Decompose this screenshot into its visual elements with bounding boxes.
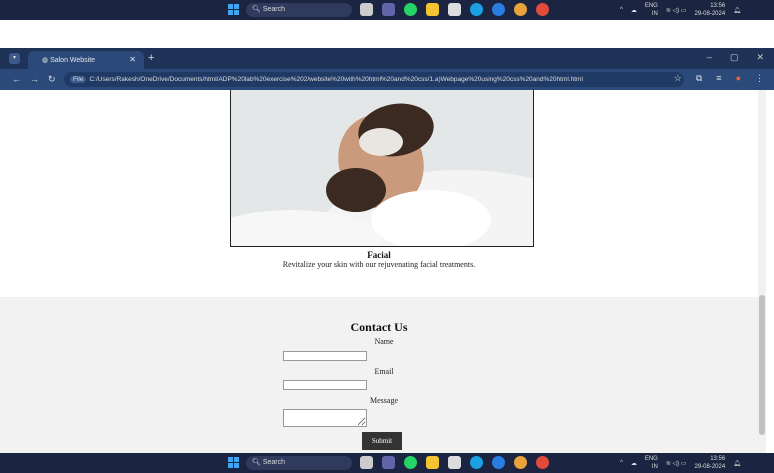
desktop-gap [0,20,774,48]
tab-search-icon[interactable]: ▾ [9,53,20,64]
folder-icon[interactable] [426,456,439,469]
search-label: Search [262,459,286,466]
file-explorer-icon[interactable] [360,456,373,469]
close-tab-icon[interactable]: ✕ [129,55,136,64]
browser-titlebar: ▾ ◍ Salon Website ✕ + – ▢ ✕ [0,48,774,69]
edge-icon[interactable] [470,456,483,469]
taskbar-top: 🔍︎ Search ^ ☁ ENG IN ≋ ◁) ▭ 13:56 29-08-20… [0,0,774,20]
taskbar-bottom: 🔍︎ Search ^ ☁ ENG IN ≋ ◁) ▭ 13:56 29-08-20… [0,453,774,473]
tab-title: Salon Website [50,57,96,64]
message-textarea[interactable] [283,409,367,427]
contact-section: Contact Us Name Email Message Submit [0,297,758,453]
service-title: Facial [367,250,391,260]
menu-kebab-icon[interactable]: ⋮ [755,73,764,84]
region: IN [651,464,658,470]
clock-date: 29-08-2024 [694,11,726,17]
extensions-icon[interactable]: ⧉ [696,73,702,84]
search-label: Search [262,6,286,13]
close-window-icon[interactable]: ✕ [756,52,764,63]
address-bar-row: ← → ↻ File C:/Users/Rakesh/OneDrive/Docum… [0,69,774,90]
onedrive-icon[interactable]: ☁ [631,460,637,467]
wifi-volume-battery-icon[interactable]: ≋ ◁) ▭ [666,460,687,467]
taskbar-search[interactable]: 🔍︎ Search [246,456,352,470]
chrome-canary-icon[interactable] [536,456,549,469]
taskbar-search[interactable]: 🔍︎ Search [246,3,352,17]
chevron-up-icon[interactable]: ^ [620,7,623,13]
help-icon[interactable] [492,3,505,16]
email-label: Email [374,367,394,376]
windows-start-icon[interactable] [228,457,239,468]
clock-time: 13:56 [710,3,726,9]
globe-icon: ◍ [42,57,49,64]
onedrive-icon[interactable]: ☁ [631,7,637,14]
back-icon[interactable]: ← [12,74,21,84]
notification-bell-icon[interactable]: 🔔︎ [733,460,741,467]
scrollbar-thumb[interactable] [759,295,765,435]
windows-start-icon[interactable] [228,4,239,15]
url-text: C:/Users/Rakesh/OneDrive/Documents/html/… [89,76,583,83]
service-description: Revitalize your skin with our rejuvenati… [282,260,476,269]
clock-time: 13:56 [710,456,726,462]
email-input[interactable] [283,380,367,390]
system-tray[interactable]: ^ ☁ ENG IN ≋ ◁) ▭ 13:56 29-08-2024 🔔︎ [620,2,741,18]
message-label: Message [370,396,398,405]
store-icon[interactable] [448,456,461,469]
contact-heading: Contact Us [350,320,408,334]
lang: ENG [644,456,658,462]
name-input[interactable] [283,351,367,361]
chrome-icon[interactable] [514,3,527,16]
web-page: Facial Revitalize your skin with our rej… [0,90,758,453]
name-label: Name [374,337,394,346]
region: IN [651,11,658,17]
reload-icon[interactable]: ↻ [48,74,56,85]
clock-date: 29-08-2024 [694,464,726,470]
teams-icon[interactable] [382,3,395,16]
minimize-icon[interactable]: – [707,52,712,63]
taskbar-apps [360,456,549,469]
file-explorer-icon[interactable] [360,3,373,16]
facial-service-image [230,90,534,247]
edge-icon[interactable] [470,3,483,16]
submit-button[interactable]: Submit [362,432,402,450]
bookmark-star-icon[interactable]: ☆ [674,73,682,84]
page-scrollbar[interactable] [758,90,766,453]
new-tab-button[interactable]: + [148,52,154,64]
system-tray[interactable]: ^ ☁ ENG IN ≋ ◁) ▭ 13:56 29-08-2024 🔔︎ [620,455,741,471]
profile-avatar-icon[interactable]: ● [736,73,741,84]
restore-icon[interactable]: ▢ [730,52,739,63]
folder-icon[interactable] [426,3,439,16]
whatsapp-icon[interactable] [404,3,417,16]
file-chip[interactable]: File [70,76,87,83]
teams-icon[interactable] [382,456,395,469]
tab-salon-website[interactable]: ◍ Salon Website ✕ [28,51,144,69]
wifi-volume-battery-icon[interactable]: ≋ ◁) ▭ [666,7,687,14]
chevron-up-icon[interactable]: ^ [620,460,623,466]
notification-bell-icon[interactable]: 🔔︎ [733,7,741,14]
chrome-canary-icon[interactable] [536,3,549,16]
store-icon[interactable] [448,3,461,16]
reading-list-icon[interactable]: ≡ [716,73,721,84]
chrome-icon[interactable] [514,456,527,469]
forward-icon[interactable]: → [30,74,39,84]
url-input[interactable]: File C:/Users/Rakesh/OneDrive/Documents/h… [64,72,684,87]
taskbar-apps [360,3,549,16]
lang: ENG [644,3,658,9]
help-icon[interactable] [492,456,505,469]
whatsapp-icon[interactable] [404,456,417,469]
